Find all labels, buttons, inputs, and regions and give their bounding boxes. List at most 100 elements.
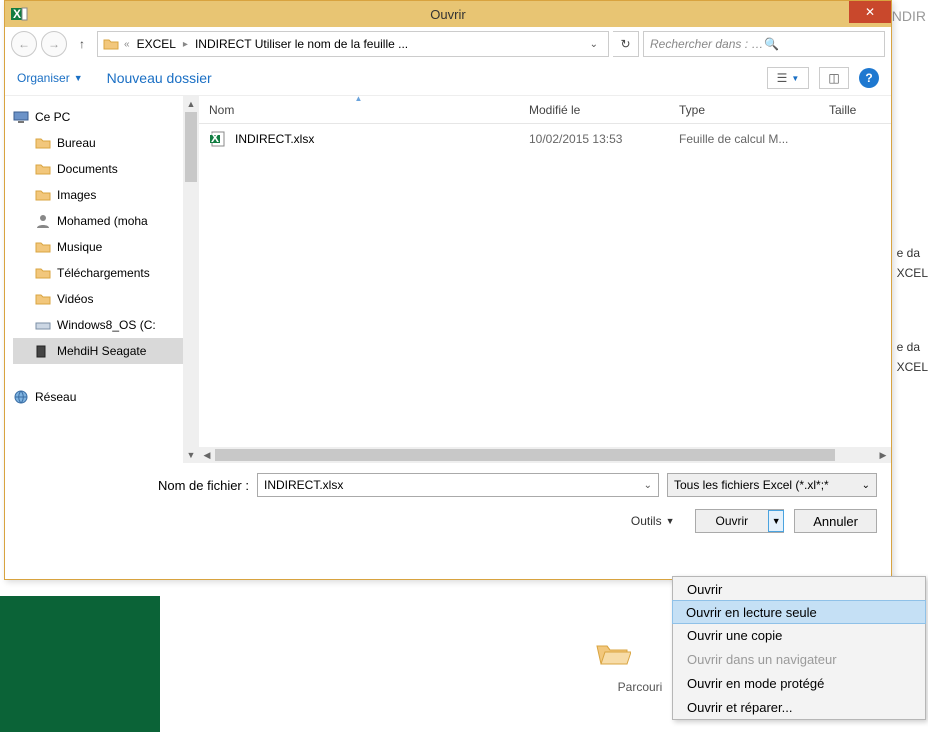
tree-label: Musique <box>57 240 102 254</box>
file-row[interactable]: X INDIRECT.xlsx 10/02/2015 13:53 Feuille… <box>199 124 891 154</box>
forward-button[interactable]: → <box>41 31 67 57</box>
tree-documents[interactable]: Documents <box>13 156 183 182</box>
svg-text:X: X <box>13 7 21 21</box>
panel-icon: ◫ <box>828 71 839 85</box>
user-icon <box>35 213 51 229</box>
tree-label: Mohamed (moha <box>57 214 148 228</box>
scroll-track[interactable] <box>215 447 875 463</box>
list-hscrollbar[interactable]: ◀ ▶ <box>199 447 891 463</box>
close-icon: ✕ <box>865 5 875 19</box>
search-icon: 🔍 <box>764 37 878 51</box>
chevron-down-icon: ▼ <box>74 73 83 83</box>
close-button[interactable]: ✕ <box>849 1 891 23</box>
menu-open-repair[interactable]: Ouvrir et réparer... <box>673 695 925 719</box>
bg-green-panel <box>0 596 160 732</box>
filetype-value: Tous les fichiers Excel (*.xl*;* <box>674 478 829 492</box>
drive-icon <box>35 317 51 333</box>
chevron-down-icon[interactable]: ⌄ <box>644 480 652 491</box>
menu-open-readonly[interactable]: Ouvrir en lecture seule <box>672 600 926 624</box>
col-modified[interactable]: Modifié le <box>519 96 669 123</box>
tree-this-pc[interactable]: Ce PC <box>13 104 183 130</box>
menu-open-protected[interactable]: Ouvrir en mode protégé <box>673 671 925 695</box>
chevron-down-icon: ▼ <box>772 516 781 526</box>
help-icon: ? <box>865 71 872 85</box>
breadcrumb-1[interactable]: EXCEL <box>134 35 179 53</box>
titlebar[interactable]: X Ouvrir ✕ <box>5 1 891 27</box>
scroll-up-icon[interactable]: ▲ <box>183 96 199 112</box>
help-button[interactable]: ? <box>859 68 879 88</box>
arrow-up-icon: ↑ <box>79 37 85 51</box>
sidebar-scrollbar[interactable]: ▲ ▼ <box>183 96 199 463</box>
tools-menu[interactable]: Outils ▼ <box>631 514 675 528</box>
open-button-dropdown[interactable]: ▼ <box>768 510 784 532</box>
menu-open-browser: Ouvrir dans un navigateur <box>673 647 925 671</box>
scroll-thumb[interactable] <box>215 449 835 461</box>
bg-r4: XCEL <box>897 360 928 374</box>
tree-label: Images <box>57 188 96 202</box>
tree-network[interactable]: Réseau <box>13 384 183 410</box>
col-size[interactable]: Taille <box>819 96 891 123</box>
tree-music[interactable]: Musique <box>13 234 183 260</box>
scroll-thumb[interactable] <box>185 112 197 182</box>
tree-label: Ce PC <box>35 110 70 124</box>
folder-icon <box>35 161 51 177</box>
col-type[interactable]: Type <box>669 96 819 123</box>
file-type: Feuille de calcul M... <box>669 132 819 146</box>
drive-icon <box>35 343 51 359</box>
sort-asc-icon: ▲ <box>355 94 363 103</box>
breadcrumb-dropdown-icon[interactable]: ⌄ <box>584 39 604 50</box>
pc-icon <box>13 109 29 125</box>
menu-open-copy[interactable]: Ouvrir une copie <box>673 623 925 647</box>
breadcrumb[interactable]: « EXCEL ▸ INDIRECT Utiliser le nom de la… <box>97 31 609 57</box>
col-name[interactable]: ▲ Nom <box>199 96 519 123</box>
tree-videos[interactable]: Vidéos <box>13 286 183 312</box>
scroll-right-icon[interactable]: ▶ <box>875 447 891 463</box>
tree-drive-c[interactable]: Windows8_OS (C: <box>13 312 183 338</box>
filename-value: INDIRECT.xlsx <box>264 478 343 492</box>
toolbar: Organiser ▼ Nouveau dossier ☰ ▼ ◫ ? <box>5 61 891 95</box>
excel-file-icon: X <box>209 130 227 148</box>
search-input[interactable]: Rechercher dans : INDIRECT U... 🔍 <box>643 31 885 57</box>
open-button[interactable]: Ouvrir ▼ <box>695 509 785 533</box>
back-button[interactable]: ← <box>11 31 37 57</box>
folder-icon <box>35 265 51 281</box>
folder-icon <box>35 135 51 151</box>
preview-pane-button[interactable]: ◫ <box>819 67 849 89</box>
up-button[interactable]: ↑ <box>71 33 93 55</box>
menu-open[interactable]: Ouvrir <box>673 577 925 601</box>
new-folder-button[interactable]: Nouveau dossier <box>107 70 212 86</box>
network-icon <box>13 389 29 405</box>
view-mode-button[interactable]: ☰ ▼ <box>767 67 809 89</box>
column-header[interactable]: ▲ Nom Modifié le Type Taille <box>199 96 891 124</box>
scroll-left-icon[interactable]: ◀ <box>199 447 215 463</box>
refresh-button[interactable]: ↻ <box>613 31 639 57</box>
tree-downloads[interactable]: Téléchargements <box>13 260 183 286</box>
organize-label: Organiser <box>17 71 70 85</box>
tree-images[interactable]: Images <box>13 182 183 208</box>
tree-drive-seagate[interactable]: MehdiH Seagate <box>13 338 183 364</box>
bg-right-text: e da XCEL e da XCEL <box>897 246 928 380</box>
filename-input[interactable]: INDIRECT.xlsx ⌄ <box>257 473 659 497</box>
tree-label: MehdiH Seagate <box>57 344 146 358</box>
tree-desktop[interactable]: Bureau <box>13 130 183 156</box>
nav-bar: ← → ↑ « EXCEL ▸ INDIRECT Utiliser le nom… <box>5 27 891 61</box>
file-name: INDIRECT.xlsx <box>235 132 314 146</box>
tree-user-mohamed[interactable]: Mohamed (moha <box>13 208 183 234</box>
dialog-title: Ouvrir <box>430 7 465 22</box>
cancel-button[interactable]: Annuler <box>794 509 877 533</box>
filetype-select[interactable]: Tous les fichiers Excel (*.xl*;* ⌄ <box>667 473 877 497</box>
arrow-left-icon: ← <box>18 37 30 51</box>
organize-menu[interactable]: Organiser ▼ <box>17 71 83 85</box>
folder-icon <box>35 187 51 203</box>
sidebar: Ce PC Bureau Documents Images Mohamed (m… <box>5 96 199 463</box>
tree-view[interactable]: Ce PC Bureau Documents Images Mohamed (m… <box>5 96 183 463</box>
breadcrumb-sep-icon: « <box>124 39 130 50</box>
breadcrumb-2[interactable]: INDIRECT Utiliser le nom de la feuille .… <box>192 35 411 53</box>
bg-text-corner: NDIR <box>892 8 926 24</box>
refresh-icon: ↻ <box>620 37 630 51</box>
open-dialog: X Ouvrir ✕ ← → ↑ « EXCEL ▸ INDIRECT Util… <box>4 0 892 580</box>
scroll-down-icon[interactable]: ▼ <box>183 447 199 463</box>
filename-label: Nom de fichier : <box>19 478 249 493</box>
open-dropdown-menu[interactable]: Ouvrir Ouvrir en lecture seule Ouvrir un… <box>672 576 926 720</box>
scroll-track[interactable] <box>183 112 199 447</box>
